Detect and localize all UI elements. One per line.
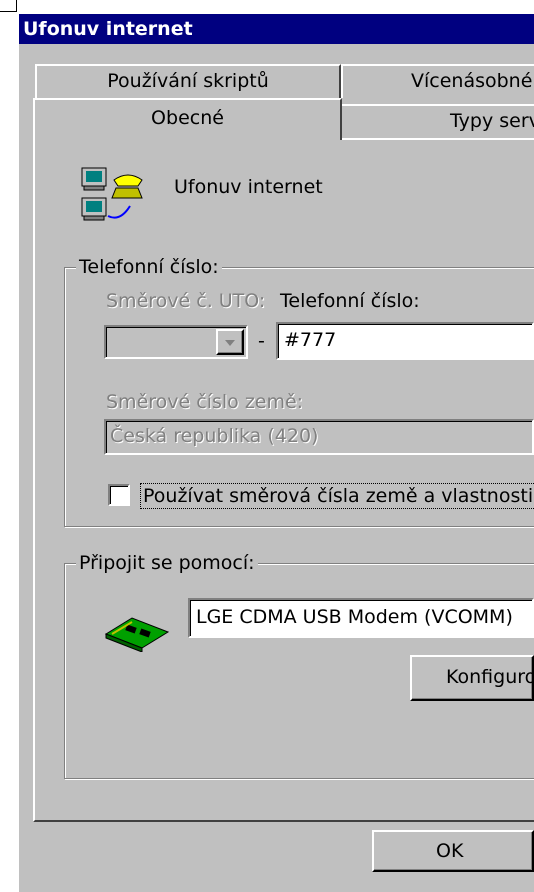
country-code-select[interactable]: Česká republika (420)	[104, 419, 534, 455]
tab-general[interactable]: Obecné	[33, 98, 342, 140]
tab-server-types-label: Typy serv	[450, 110, 534, 132]
ok-button-label: OK	[436, 840, 464, 862]
connect-group-legend: Připojit se pomocí:	[76, 552, 258, 574]
chevron-down-icon	[225, 340, 235, 346]
phone-group-legend: Telefonní číslo:	[76, 256, 222, 278]
desktop-corner	[0, 0, 17, 12]
tab-general-label: Obecné	[151, 107, 224, 129]
phone-number-value: #777	[284, 329, 337, 351]
configure-button-label: Konfiguro	[446, 666, 534, 688]
use-country-code-label[interactable]: Používat směrová čísla země a vlastnosti	[140, 483, 534, 509]
phone-number-input[interactable]: #777	[276, 322, 534, 360]
tab-multilink-label: Vícenásobné	[411, 70, 533, 92]
title-bar[interactable]: Ufonuv internet	[19, 14, 534, 44]
country-code-value: Česká republika (420)	[110, 425, 319, 447]
ok-button[interactable]: OK	[372, 830, 534, 872]
tab-multilink[interactable]: Vícenásobné	[341, 64, 534, 98]
connection-name: Ufonuv internet	[174, 176, 323, 198]
modem-select[interactable]: LGE CDMA USB Modem (VCOMM)	[188, 598, 534, 638]
modem-card-icon	[104, 617, 170, 652]
tab-scripting[interactable]: Používání skriptů	[35, 64, 341, 98]
dialup-connection-icon	[81, 167, 143, 221]
area-code-label: Směrové č. UTO:	[106, 290, 266, 312]
country-code-label: Směrové číslo země:	[106, 391, 304, 413]
area-code-select[interactable]	[104, 325, 248, 359]
configure-button[interactable]: Konfiguro	[410, 655, 534, 701]
tab-server-types[interactable]: Typy serv	[340, 104, 534, 138]
tab-scripting-label: Používání skriptů	[107, 70, 269, 92]
window-title: Ufonuv internet	[23, 18, 193, 40]
area-code-dropdown-button[interactable]	[216, 329, 244, 355]
phone-number-label: Telefonní číslo:	[280, 290, 420, 312]
phone-separator: -	[258, 330, 265, 352]
use-country-code-checkbox[interactable]	[108, 484, 130, 506]
modem-value: LGE CDMA USB Modem (VCOMM)	[196, 606, 513, 628]
